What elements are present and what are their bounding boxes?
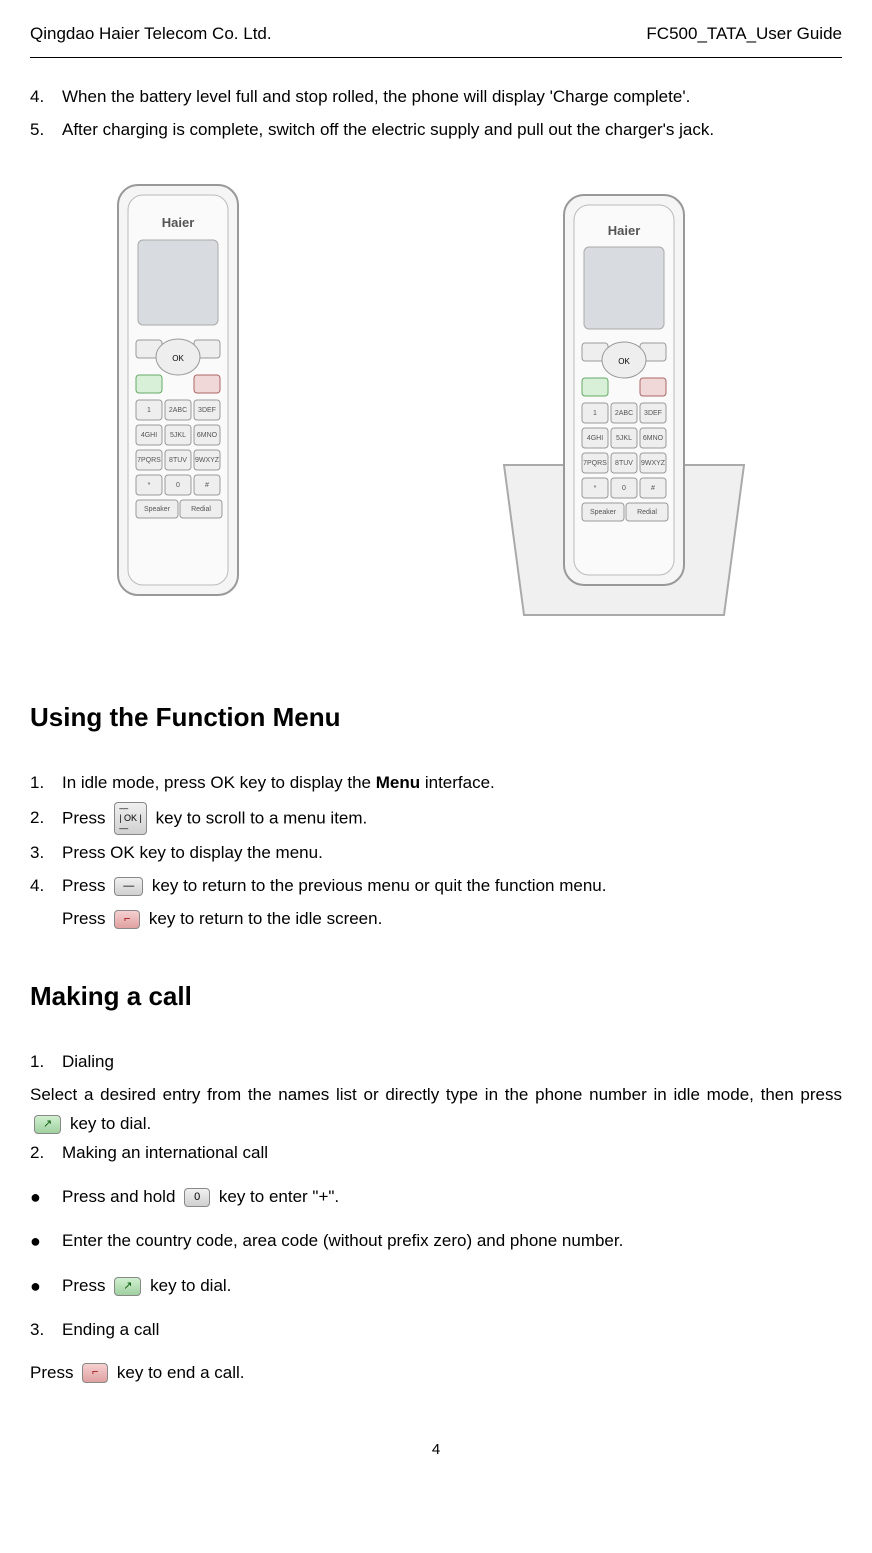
bullet-text: Press and hold 0 key to enter "+". xyxy=(62,1183,339,1212)
end-key-icon: ⌐ xyxy=(82,1363,108,1382)
section-title-making-call: Making a call xyxy=(30,974,842,1018)
charging-step-4: 4. When the battery level full and stop … xyxy=(30,83,842,112)
svg-text:7PQRS: 7PQRS xyxy=(137,457,161,464)
phone-in-cradle-image: Haier OK 1 2ABC 3DEF 4GHI 5JKL 6MNO 7PQRS 8TU… xyxy=(474,175,774,645)
function-step-3: 3. Press OK key to display the menu. xyxy=(30,839,842,868)
svg-text:3DEF: 3DEF xyxy=(644,410,662,417)
header-left: Qingdao Haier Telecom Co. Ltd. xyxy=(30,20,272,49)
svg-text:1: 1 xyxy=(593,410,597,417)
phone-images-container: Haier OK 1 2ABC 3DEF 4GHI 5JKL 6MNO 7PQRS 8TU… xyxy=(30,175,842,645)
step-number: 3. xyxy=(30,839,62,868)
bullet-country-code: ● Enter the country code, area code (wit… xyxy=(30,1226,842,1257)
page-header: Qingdao Haier Telecom Co. Ltd. FC500_TAT… xyxy=(30,20,842,58)
svg-text:6MNO: 6MNO xyxy=(643,435,664,442)
svg-text:*: * xyxy=(594,485,597,492)
svg-text:5JKL: 5JKL xyxy=(616,435,632,442)
bullet-text: Press ↗ key to dial. xyxy=(62,1272,231,1301)
svg-text:3DEF: 3DEF xyxy=(198,407,216,414)
svg-text:0: 0 xyxy=(176,482,180,489)
call-item-1: 1. Dialing xyxy=(30,1048,842,1077)
svg-text:2ABC: 2ABC xyxy=(169,407,187,414)
section-title-function-menu: Using the Function Menu xyxy=(30,695,842,739)
step-text: After charging is complete, switch off t… xyxy=(62,116,842,145)
svg-text:0: 0 xyxy=(622,485,626,492)
svg-text:#: # xyxy=(205,482,209,489)
svg-text:8TUV: 8TUV xyxy=(169,457,187,464)
step-number: 4. xyxy=(30,872,62,901)
svg-text:1: 1 xyxy=(147,407,151,414)
call-item-3: 3. Ending a call xyxy=(30,1316,842,1345)
step-number: 4. xyxy=(30,83,62,112)
phone-handset-image: Haier OK 1 2ABC 3DEF 4GHI 5JKL 6MNO 7PQRS 8TU… xyxy=(98,175,258,605)
svg-text:OK: OK xyxy=(618,357,630,366)
step-text: Press OK key to display the menu. xyxy=(62,839,842,868)
dialing-paragraph: Select a desired entry from the names li… xyxy=(30,1081,842,1139)
bold-menu: Menu xyxy=(376,773,420,792)
svg-text:5JKL: 5JKL xyxy=(170,432,186,439)
item-number: 3. xyxy=(30,1316,62,1345)
call-item-2: 2. Making an international call xyxy=(30,1139,842,1168)
svg-text:Haier: Haier xyxy=(162,215,195,230)
step-text: When the battery level full and stop rol… xyxy=(62,83,842,112)
svg-text:#: # xyxy=(651,485,655,492)
item-text: Making an international call xyxy=(62,1139,842,1168)
step-text: Press —| OK |— key to scroll to a menu i… xyxy=(62,802,842,836)
step-number: 5. xyxy=(30,116,62,145)
charging-step-5: 5. After charging is complete, switch of… xyxy=(30,116,842,145)
svg-text:Haier: Haier xyxy=(608,223,641,238)
back-key-icon: — xyxy=(114,877,143,896)
call-key-icon: ↗ xyxy=(114,1277,141,1296)
nav-key-icon: —| OK |— xyxy=(114,802,147,836)
header-right: FC500_TATA_User Guide xyxy=(646,20,842,49)
svg-text:OK: OK xyxy=(172,354,184,363)
item-number: 1. xyxy=(30,1048,62,1077)
function-step-1: 1. In idle mode, press OK key to display… xyxy=(30,769,842,798)
function-menu-steps: 1. In idle mode, press OK key to display… xyxy=(30,769,842,934)
svg-text:9WXYZ: 9WXYZ xyxy=(195,457,220,464)
call-key-icon: ↗ xyxy=(34,1115,61,1134)
svg-text:*: * xyxy=(148,482,151,489)
end-key-icon: ⌐ xyxy=(114,910,140,929)
bullet-text: Enter the country code, area code (witho… xyxy=(62,1227,623,1256)
svg-text:7PQRS: 7PQRS xyxy=(583,460,607,467)
bullet-press-dial: ● Press ↗ key to dial. xyxy=(30,1271,842,1302)
function-step-2: 2. Press —| OK |— key to scroll to a men… xyxy=(30,802,842,836)
step-number: 1. xyxy=(30,769,62,798)
svg-text:6MNO: 6MNO xyxy=(197,432,218,439)
function-step-4b: Press ⌐ key to return to the idle screen… xyxy=(62,905,842,934)
step-number: 2. xyxy=(30,804,62,833)
bullet-plus: ● Press and hold 0 key to enter "+". xyxy=(30,1182,842,1213)
bullet-icon: ● xyxy=(30,1226,62,1257)
step-text: Press ⌐ key to return to the idle screen… xyxy=(62,905,842,934)
svg-text:4GHI: 4GHI xyxy=(141,432,157,439)
step-text: In idle mode, press OK key to display th… xyxy=(62,769,842,798)
svg-text:8TUV: 8TUV xyxy=(615,460,633,467)
svg-text:2ABC: 2ABC xyxy=(615,410,633,417)
ending-call-paragraph: Press ⌐ key to end a call. xyxy=(30,1359,842,1388)
item-text: Ending a call xyxy=(62,1316,842,1345)
bullet-icon: ● xyxy=(30,1271,62,1302)
making-call-content: 1. Dialing Select a desired entry from t… xyxy=(30,1048,842,1387)
item-number: 2. xyxy=(30,1139,62,1168)
svg-text:4GHI: 4GHI xyxy=(587,435,603,442)
bullet-icon: ● xyxy=(30,1182,62,1213)
svg-text:Redial: Redial xyxy=(637,509,657,516)
zero-key-icon: 0 xyxy=(184,1188,210,1207)
svg-text:9WXYZ: 9WXYZ xyxy=(641,460,666,467)
function-step-4: 4. Press — key to return to the previous… xyxy=(30,872,842,901)
step-text: Press — key to return to the previous me… xyxy=(62,872,842,901)
page-number: 4 xyxy=(30,1437,842,1463)
svg-text:Redial: Redial xyxy=(191,506,211,513)
svg-text:Speaker: Speaker xyxy=(590,509,617,516)
charging-steps: 4. When the battery level full and stop … xyxy=(30,83,842,145)
svg-text:Speaker: Speaker xyxy=(144,506,171,513)
item-text: Dialing xyxy=(62,1048,842,1077)
